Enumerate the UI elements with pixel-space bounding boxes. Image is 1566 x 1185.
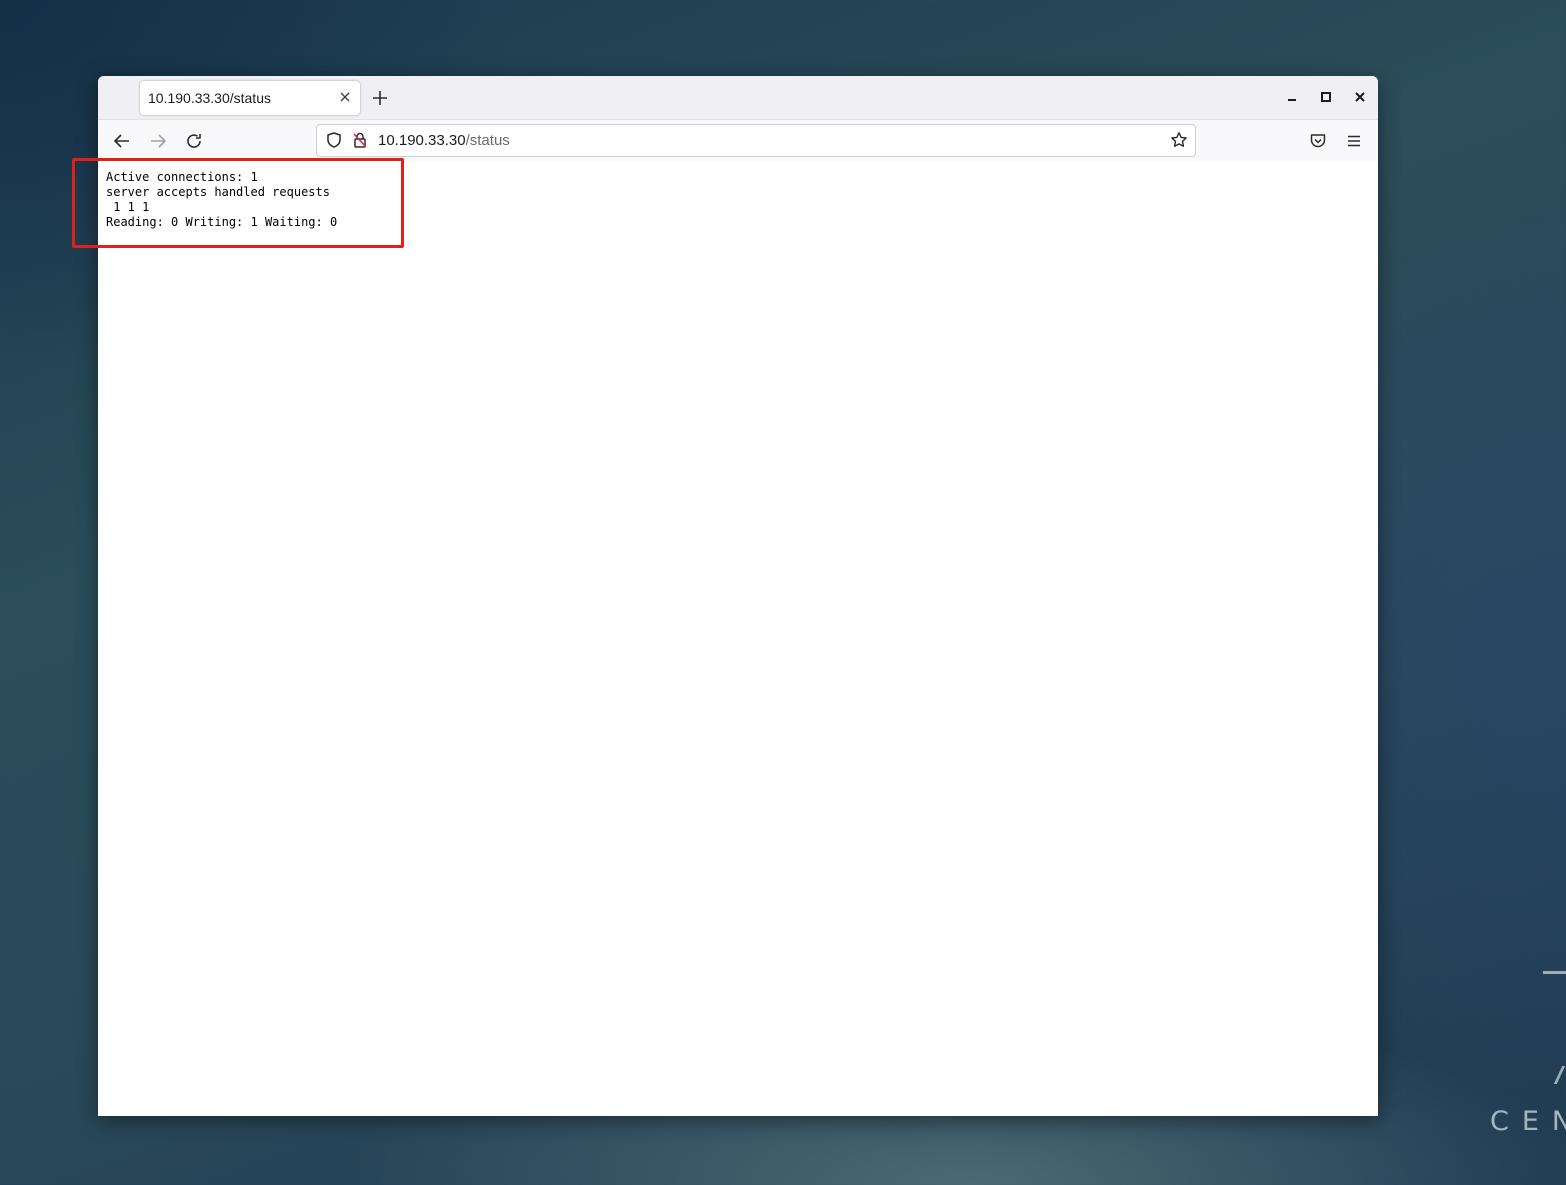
tab-title: 10.190.33.30/status [148, 90, 271, 106]
arrow-left-icon[interactable] [112, 131, 132, 151]
plus-icon[interactable] [370, 88, 390, 108]
url-host: 10.190.33.30 [378, 132, 466, 149]
tab-status[interactable]: 10.190.33.30/status [140, 81, 360, 115]
desktop-logo-mark [1543, 971, 1566, 974]
insecure-lock-icon[interactable] [351, 131, 369, 149]
desktop-logo-text: CEN [1490, 1106, 1566, 1137]
star-icon[interactable] [1170, 131, 1188, 149]
reload-icon[interactable] [184, 131, 204, 151]
tracking-shield-icon[interactable] [325, 131, 343, 149]
minimize-icon[interactable] [1284, 89, 1300, 105]
status-line-reading-writing-waiting: Reading: 0 Writing: 1 Waiting: 0 [106, 215, 338, 229]
nginx-status-output: Active connections: 1 server accepts han… [106, 170, 337, 230]
status-line-header: server accepts handled requests [106, 185, 330, 199]
tab-bar: 10.190.33.30/status [98, 76, 1378, 119]
url-path: /status [465, 132, 510, 149]
close-icon[interactable] [336, 88, 354, 106]
pocket-icon[interactable] [1308, 131, 1328, 151]
maximize-icon[interactable] [1318, 89, 1334, 105]
hamburger-menu-icon[interactable] [1344, 131, 1364, 151]
url-bar[interactable]: 10.190.33.30/status [316, 124, 1196, 157]
arrow-right-icon[interactable] [148, 131, 168, 151]
browser-window: 10.190.33.30/status 10.190.33.30/status … [98, 76, 1378, 1116]
url-text[interactable]: 10.190.33.30/status [378, 132, 510, 149]
desktop-logo-mark-slash [1553, 1066, 1566, 1084]
status-line-active-connections: Active connections: 1 [106, 170, 258, 184]
close-icon[interactable] [1352, 89, 1368, 105]
status-line-counts: 1 1 1 [106, 200, 150, 214]
navigation-toolbar: 10.190.33.30/status [98, 119, 1378, 162]
page-content: Active connections: 1 server accepts han… [98, 161, 1378, 1116]
